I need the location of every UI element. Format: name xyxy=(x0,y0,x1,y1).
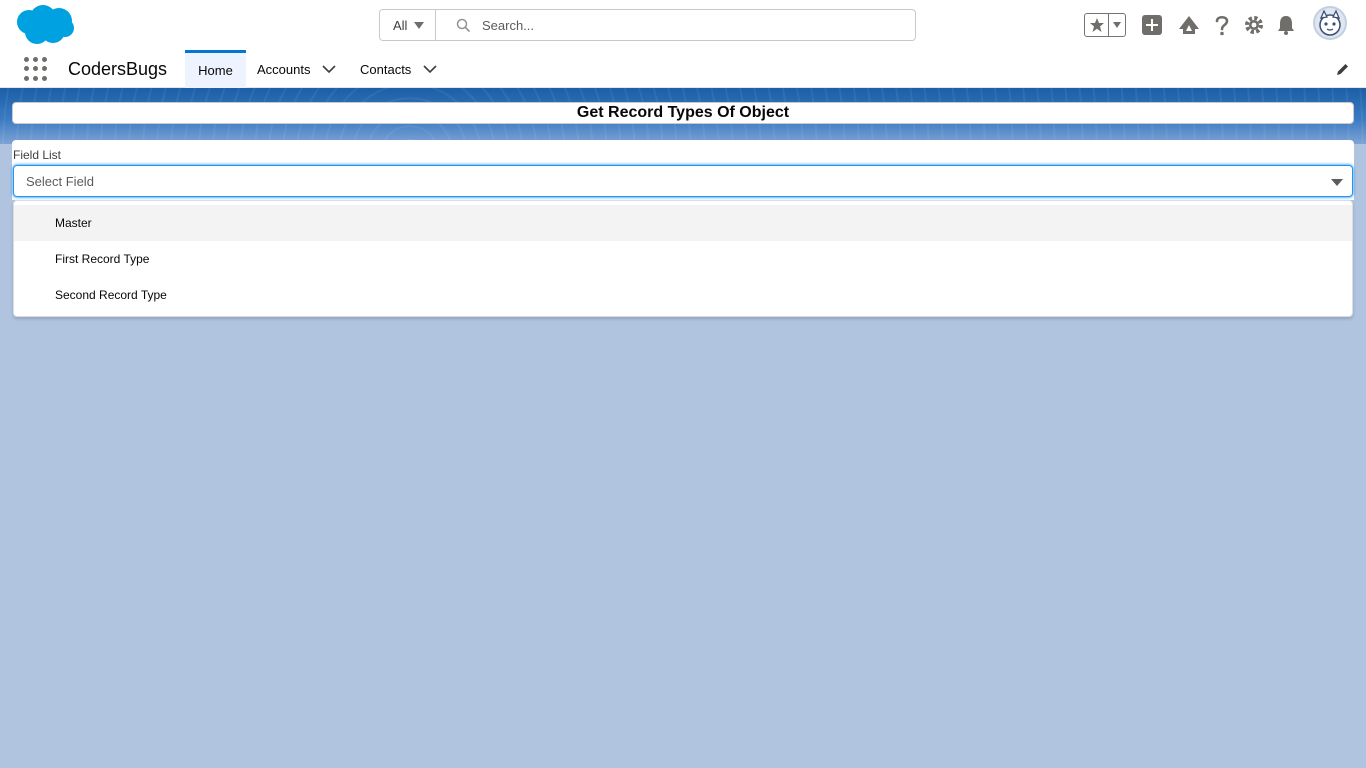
chevron-down-icon[interactable] xyxy=(322,64,337,74)
global-header: All xyxy=(0,0,1366,50)
title-card: Get Record Types Of Object xyxy=(12,102,1354,124)
option-label: First Record Type xyxy=(55,252,150,266)
option-label: Second Record Type xyxy=(55,288,167,302)
favorites-menu-caret-icon[interactable] xyxy=(1109,14,1125,36)
tab-accounts-label: Accounts xyxy=(257,61,311,77)
app-launcher-icon[interactable] xyxy=(24,57,48,81)
field-list-dropdown: Master First Record Type Second Record T… xyxy=(13,200,1353,317)
user-avatar[interactable] xyxy=(1313,6,1347,40)
caret-down-icon xyxy=(414,21,425,29)
caret-down-icon xyxy=(1331,179,1343,186)
app-name: CodersBugs xyxy=(68,59,168,79)
tab-contacts[interactable]: Contacts xyxy=(360,50,437,88)
search-input[interactable] xyxy=(482,17,882,33)
tab-home-label: Home xyxy=(198,63,233,78)
option-second-record-type[interactable]: Second Record Type xyxy=(14,277,1352,313)
trailhead-icon[interactable] xyxy=(1178,14,1200,36)
option-master[interactable]: Master xyxy=(14,205,1352,241)
notifications-bell-icon[interactable] xyxy=(1275,14,1297,36)
tab-contacts-label: Contacts xyxy=(360,61,412,77)
page-title: Get Record Types Of Object xyxy=(576,104,790,121)
tab-home[interactable]: Home xyxy=(185,50,246,88)
edit-pencil-icon[interactable] xyxy=(1335,62,1350,77)
field-list-combobox[interactable]: Select Field xyxy=(13,165,1353,197)
field-list-label: Field List xyxy=(13,148,62,162)
setup-gear-icon[interactable] xyxy=(1243,14,1265,36)
global-actions-add-icon[interactable] xyxy=(1141,14,1163,36)
tab-accounts[interactable]: Accounts xyxy=(257,50,337,88)
option-label: Master xyxy=(55,216,92,230)
search-scope-label: All xyxy=(393,17,408,33)
help-icon[interactable] xyxy=(1211,14,1233,36)
option-first-record-type[interactable]: First Record Type xyxy=(14,241,1352,277)
favorites-star-icon[interactable] xyxy=(1085,14,1109,36)
search-icon xyxy=(456,18,470,32)
app-nav-bar: CodersBugs Home Accounts Contacts xyxy=(0,50,1366,88)
chevron-down-icon[interactable] xyxy=(423,64,437,74)
global-search: All xyxy=(379,9,916,41)
favorites-button-group xyxy=(1084,13,1126,37)
salesforce-logo[interactable] xyxy=(15,4,75,46)
combobox-placeholder: Select Field xyxy=(26,173,94,189)
search-scope-select[interactable]: All xyxy=(380,10,436,40)
field-list-card: Field List Select Field xyxy=(12,140,1354,200)
